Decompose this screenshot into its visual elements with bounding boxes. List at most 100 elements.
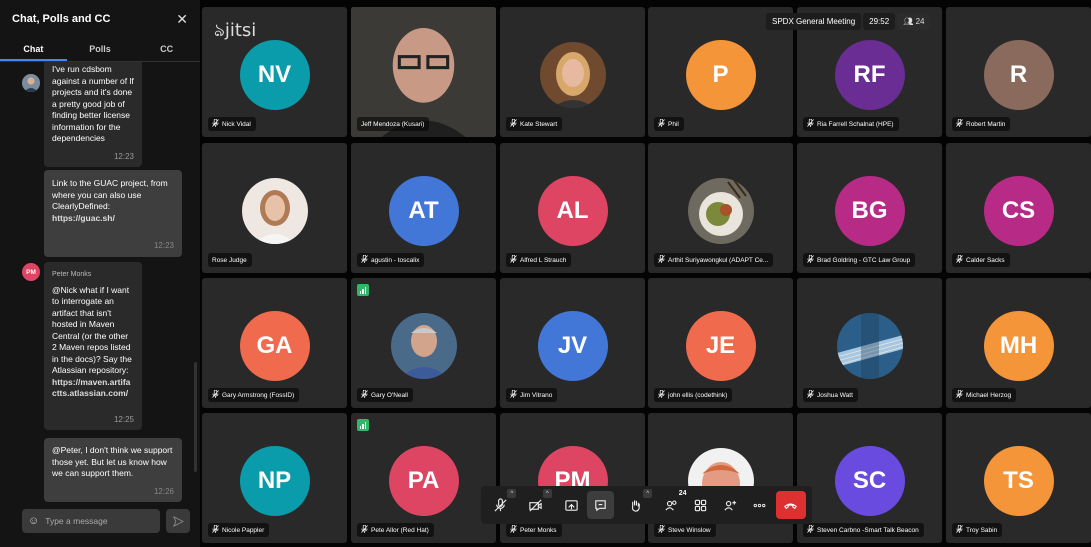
- mic-muted-icon: [658, 254, 665, 265]
- jitsi-logo: ঌjitsi: [214, 16, 256, 47]
- mic-muted-icon: [212, 389, 219, 400]
- participant-tile[interactable]: Rose Judge: [202, 143, 347, 273]
- participant-tile[interactable]: R Robert Martin: [946, 7, 1091, 137]
- sidebar-tabs: Chat Polls CC: [0, 38, 200, 62]
- participant-name: Ria Farrell Schalnat (HPE): [817, 120, 894, 128]
- participant-name: agustin - toscalix: [371, 256, 420, 264]
- participant-tile[interactable]: NP Nicole Pappler: [202, 413, 347, 543]
- tab-polls[interactable]: Polls: [67, 38, 134, 61]
- participant-tile[interactable]: JE john ellis (codethink): [648, 278, 793, 408]
- participant-tile[interactable]: Jeff Mendoza (Kusari): [351, 7, 496, 137]
- participant-name: Calder Sacks: [966, 256, 1005, 264]
- message-link[interactable]: https://guac.sh/: [52, 213, 174, 225]
- participant-avatar: TS: [983, 446, 1054, 516]
- participant-avatar: RF: [834, 40, 905, 110]
- participant-tile[interactable]: AL Alfred L Strauch: [500, 143, 645, 273]
- more-actions-button[interactable]: [746, 491, 772, 519]
- emoji-icon[interactable]: ☺: [28, 515, 39, 527]
- participant-name: Nick Vidal: [222, 120, 251, 128]
- participant-name: Gary Armstrong (FossID): [222, 391, 295, 399]
- chevron-up-icon[interactable]: ^: [643, 489, 653, 498]
- mic-muted-icon: [212, 118, 219, 129]
- message-timestamp: 12:26: [153, 486, 174, 496]
- participant-nametag: Nick Vidal: [208, 117, 256, 131]
- participant-tile[interactable]: MH Michael Herzog: [946, 278, 1091, 408]
- logo-text: jitsi: [224, 20, 257, 41]
- message-text: @Nick what if I want to interrogate an a…: [52, 284, 132, 376]
- message-timestamp: 12:25: [113, 414, 134, 424]
- participant-nametag: Jim Vitrano: [506, 388, 558, 402]
- invite-button[interactable]: [717, 491, 743, 519]
- participant-tile[interactable]: Kate Stewart: [500, 7, 645, 137]
- mic-muted-icon: [807, 524, 814, 535]
- message-list[interactable]: I've run cdsbom against a number of lf p…: [0, 62, 200, 502]
- participant-tile[interactable]: TS Troy Sabin: [946, 413, 1091, 543]
- participant-nametag: Kate Stewart: [506, 117, 563, 131]
- participant-nametag: john ellis (codethink): [654, 388, 733, 402]
- meeting-info-bar: SPDX General Meeting 29:52 👥︎ 24: [766, 13, 931, 30]
- tile-view-button[interactable]: [688, 491, 714, 519]
- participant-nametag: Brad Goldring - GTC Law Group: [803, 253, 916, 267]
- participant-tile[interactable]: CS Calder Sacks: [946, 143, 1091, 273]
- participant-tile[interactable]: PA Pete Allor (Red Hat): [351, 413, 496, 543]
- participant-tile[interactable]: BG Brad Goldring - GTC Law Group: [797, 143, 942, 273]
- participant-name: Troy Sabin: [966, 526, 998, 534]
- chat-button[interactable]: [587, 491, 614, 519]
- camera-button[interactable]: ^: [522, 489, 552, 519]
- chat-message: @Peter, I don't think we support those y…: [44, 438, 182, 502]
- participants-button[interactable]: 24: [658, 490, 687, 519]
- mic-muted-icon: [658, 389, 665, 400]
- camera-off-icon: [529, 498, 542, 512]
- leave-meeting-button[interactable]: [775, 491, 806, 519]
- participant-avatar: GA: [239, 311, 310, 381]
- participant-nametag: Rose Judge: [208, 253, 252, 267]
- participant-tile[interactable]: AT agustin - toscalix: [351, 143, 496, 273]
- video-stage: ঌjitsi SPDX General Meeting 29:52 👥︎ 24 …: [200, 0, 1091, 547]
- send-icon: [172, 515, 184, 527]
- participant-avatar: NP: [239, 446, 310, 516]
- participant-name: Phil: [668, 120, 679, 128]
- participant-count-badge[interactable]: 👥︎ 24: [897, 13, 931, 30]
- share-screen-button[interactable]: [558, 491, 584, 519]
- participant-avatar: AT: [388, 176, 459, 246]
- participant-photo: [836, 313, 903, 379]
- participant-tile[interactable]: Gary O'Neall: [351, 278, 496, 408]
- mic-muted-icon: [956, 389, 963, 400]
- participant-nametag: Gary O'Neall: [357, 388, 414, 402]
- chevron-up-icon[interactable]: ^: [507, 489, 517, 498]
- message-link[interactable]: https://maven.artifactts.atlassian.com/: [52, 377, 134, 400]
- tab-cc[interactable]: CC: [133, 38, 200, 61]
- connection-quality-icon[interactable]: [357, 419, 369, 431]
- participant-tile[interactable]: SC Steven Carbno -Smart Talk Beacon: [797, 413, 942, 543]
- chat-input-box[interactable]: ☺: [22, 509, 160, 533]
- participant-name: Robert Martin: [966, 120, 1006, 128]
- participant-tile[interactable]: Joshua Watt: [797, 278, 942, 408]
- participant-nametag: Joshua Watt: [803, 388, 858, 402]
- message-text: @Peter, I don't think we support those y…: [52, 445, 173, 478]
- tab-chat[interactable]: Chat: [0, 38, 67, 61]
- raise-hand-button[interactable]: ^: [623, 489, 653, 519]
- participant-nametag: Robert Martin: [952, 117, 1011, 131]
- mic-muted-icon: [212, 524, 219, 535]
- chevron-up-icon[interactable]: ^: [542, 489, 552, 498]
- chat-scrollbar[interactable]: [194, 362, 197, 472]
- message-sender: Peter Monks: [52, 271, 92, 278]
- participant-nametag: Pete Allor (Red Hat): [357, 523, 434, 537]
- send-button[interactable]: [166, 509, 190, 533]
- participant-name: john ellis (codethink): [668, 391, 728, 399]
- meeting-name[interactable]: SPDX General Meeting: [766, 13, 862, 30]
- participant-tile[interactable]: GA Gary Armstrong (FossID): [202, 278, 347, 408]
- chat-input[interactable]: [45, 516, 146, 526]
- participant-tile[interactable]: JV Jim Vitrano: [500, 278, 645, 408]
- participant-name: Brad Goldring - GTC Law Group: [817, 256, 911, 264]
- people-icon: 👥︎: [903, 17, 914, 26]
- mic-muted-icon: [361, 389, 368, 400]
- mic-muted-icon: [658, 118, 665, 129]
- close-icon[interactable]: ✕: [176, 11, 188, 28]
- mute-mic-button[interactable]: ^: [487, 489, 517, 519]
- participant-tile[interactable]: Arthit Suriyawongkul (ADAPT Ce...: [648, 143, 793, 273]
- connection-quality-icon[interactable]: [357, 284, 369, 296]
- message-text: Link to the GUAC project, from where you…: [52, 178, 168, 211]
- chat-input-row: ☺: [22, 509, 190, 533]
- participants-badge: 24: [678, 490, 687, 497]
